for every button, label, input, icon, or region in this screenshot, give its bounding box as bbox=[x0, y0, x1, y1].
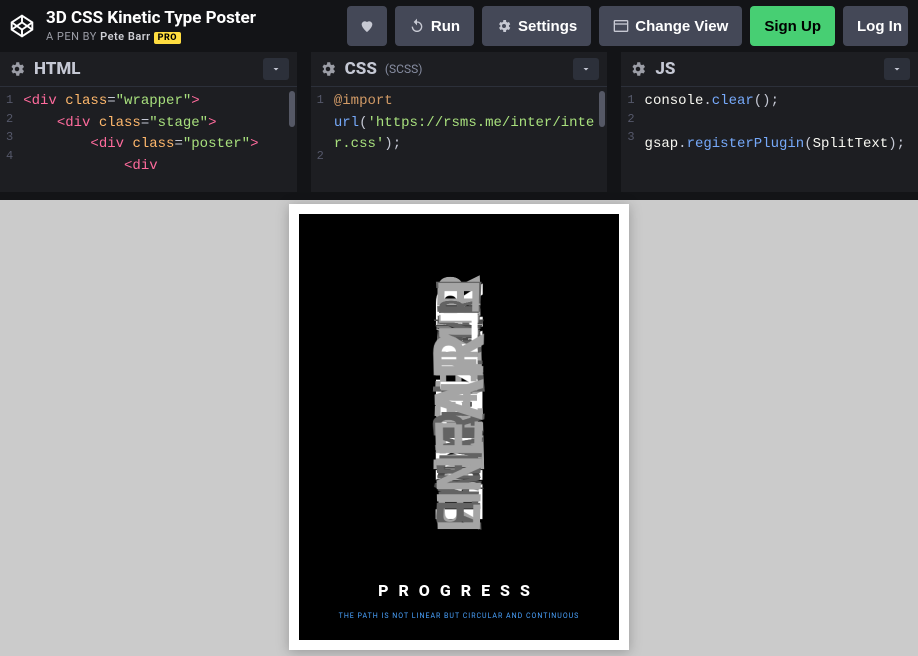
login-button[interactable]: Log In bbox=[843, 6, 908, 46]
title-block: 3D CSS Kinetic Type Poster A PEN BY Pete… bbox=[46, 8, 339, 43]
editor-css-subtitle: (SCSS) bbox=[385, 62, 422, 76]
toolbar: Run Settings Change View Sign Up Log In bbox=[347, 6, 908, 46]
app-header: 3D CSS Kinetic Type Poster A PEN BY Pete… bbox=[0, 0, 918, 52]
editor-js-header: JS bbox=[621, 52, 918, 87]
editor-css: CSS (SCSS) 1 2 @import url('https://rsms… bbox=[311, 52, 608, 192]
poster-footer: PROGRESS THE PATH IS NOT LINEAR BUT CIRC… bbox=[299, 581, 619, 620]
change-view-button[interactable]: Change View bbox=[599, 6, 742, 46]
signup-label: Sign Up bbox=[764, 18, 821, 35]
ln bbox=[317, 110, 324, 129]
ln: 1 bbox=[627, 91, 634, 110]
ln: 3 bbox=[6, 128, 13, 147]
editor-css-header: CSS (SCSS) bbox=[311, 52, 608, 87]
run-label: Run bbox=[431, 18, 460, 35]
gear-icon bbox=[496, 18, 512, 34]
editor-js-code[interactable]: 1 2 3 console.clear(); gsap.registerPlug… bbox=[621, 87, 918, 192]
scrollbar[interactable] bbox=[599, 91, 605, 127]
code-content: <div class="wrapper"> <div class="stage"… bbox=[21, 87, 264, 192]
pen-title: 3D CSS Kinetic Type Poster bbox=[46, 8, 339, 28]
poster-subtitle: THE PATH IS NOT LINEAR BUT CIRCULAR AND … bbox=[299, 612, 619, 620]
settings-button[interactable]: Settings bbox=[482, 6, 591, 46]
poster-title: PROGRESS bbox=[299, 581, 619, 600]
byline-prefix: A PEN BY bbox=[46, 30, 100, 43]
chevron-down-icon bbox=[270, 63, 282, 75]
reload-icon bbox=[409, 18, 425, 34]
login-label: Log In bbox=[857, 18, 902, 35]
editor-html-collapse[interactable] bbox=[263, 58, 289, 80]
ln: 1 bbox=[6, 91, 13, 110]
settings-label: Settings bbox=[518, 18, 577, 35]
gear-icon[interactable] bbox=[8, 60, 26, 78]
editor-css-collapse[interactable] bbox=[573, 58, 599, 80]
editor-css-code[interactable]: 1 2 @import url('https://rsms.me/inter/i… bbox=[311, 87, 608, 192]
gear-icon[interactable] bbox=[319, 60, 337, 78]
editor-js: JS 1 2 3 console.clear(); gsap.registerP… bbox=[621, 52, 918, 192]
pen-byline: A PEN BY Pete BarrPRO bbox=[46, 30, 339, 43]
gutter: 1 2 bbox=[311, 87, 332, 192]
codepen-logo bbox=[10, 14, 34, 38]
gear-icon[interactable] bbox=[629, 60, 647, 78]
layout-icon bbox=[613, 18, 629, 34]
run-button[interactable]: Run bbox=[395, 6, 474, 46]
ln: 2 bbox=[317, 147, 324, 166]
editor-html-code[interactable]: 1 2 3 4 <div class="wrapper"> <div class… bbox=[0, 87, 297, 192]
ln bbox=[317, 128, 324, 147]
gutter: 1 2 3 4 bbox=[0, 87, 21, 192]
editor-js-title: JS bbox=[655, 59, 675, 79]
like-button[interactable] bbox=[347, 6, 387, 46]
editor-html-title: HTML bbox=[34, 59, 80, 79]
editor-html-header: HTML bbox=[0, 52, 297, 87]
code-content: @import url('https://rsms.me/inter/inter… bbox=[332, 87, 607, 192]
ln: 4 bbox=[6, 147, 13, 166]
kinetic-type: LINEARLINEARLINEARLINEARLINEARLINEARLINE… bbox=[329, 264, 589, 544]
change-view-label: Change View bbox=[635, 18, 728, 35]
code-content: console.clear(); gsap.registerPlugin(Spl… bbox=[643, 87, 911, 192]
editor-css-title: CSS bbox=[345, 59, 377, 79]
gutter: 1 2 3 bbox=[621, 87, 642, 192]
preview-area: LINEARLINEARLINEARLINEARLINEARLINEARLINE… bbox=[0, 200, 918, 656]
editors-row: HTML 1 2 3 4 <div class="wrapper"> <div … bbox=[0, 52, 918, 200]
chevron-down-icon bbox=[580, 63, 592, 75]
heart-icon bbox=[359, 18, 375, 34]
editor-html: HTML 1 2 3 4 <div class="wrapper"> <div … bbox=[0, 52, 297, 192]
editor-js-collapse[interactable] bbox=[884, 58, 910, 80]
scrollbar[interactable] bbox=[289, 91, 295, 127]
ln: 2 bbox=[627, 110, 634, 129]
chevron-down-icon bbox=[891, 63, 903, 75]
poster-frame: LINEARLINEARLINEARLINEARLINEARLINEARLINE… bbox=[289, 204, 629, 650]
signup-button[interactable]: Sign Up bbox=[750, 6, 835, 46]
author-link[interactable]: Pete Barr bbox=[100, 30, 151, 43]
ln: 2 bbox=[6, 110, 13, 129]
ln: 3 bbox=[627, 128, 634, 147]
pro-badge: PRO bbox=[154, 32, 181, 44]
ln: 1 bbox=[317, 91, 324, 110]
poster: LINEARLINEARLINEARLINEARLINEARLINEARLINE… bbox=[299, 214, 619, 640]
